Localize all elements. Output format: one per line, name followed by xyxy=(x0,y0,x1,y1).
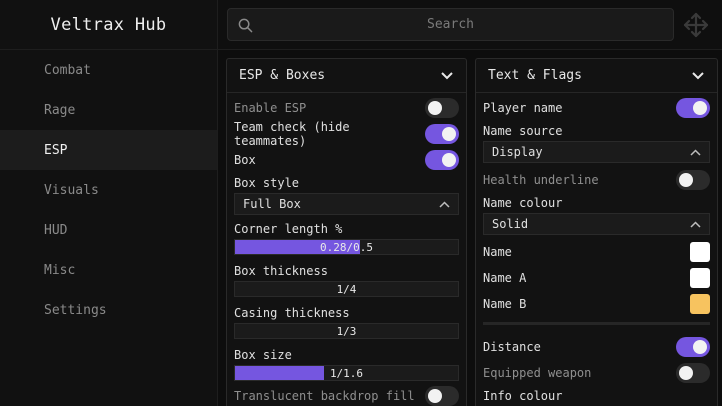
box-size-value: 1/1.6 xyxy=(329,366,364,380)
distance-row: Distance xyxy=(483,334,710,360)
enable-esp-toggle[interactable] xyxy=(425,98,459,118)
name-swatch-row: Name xyxy=(483,239,710,265)
box-style-value: Full Box xyxy=(243,197,301,211)
name-a-color-swatch[interactable] xyxy=(690,268,710,288)
chevron-down-icon[interactable] xyxy=(440,71,454,81)
box-style-label: Box style xyxy=(234,176,300,190)
sidebar-item-settings[interactable]: Settings xyxy=(0,290,217,330)
app-title: Veltrax Hub xyxy=(0,0,217,50)
sidebar-item-misc[interactable]: Misc xyxy=(0,250,217,290)
name-colour-label: Name colour xyxy=(483,196,563,210)
sidebar-item-esp[interactable]: ESP xyxy=(0,130,217,170)
box-thickness-value: 1/4 xyxy=(336,282,357,296)
casing-thickness-value: 1/3 xyxy=(336,324,357,338)
name-source-select[interactable]: Display xyxy=(483,141,710,163)
chevron-up-icon xyxy=(439,200,450,208)
sidebar-item-rage[interactable]: Rage xyxy=(0,90,217,130)
name-color-swatch[interactable] xyxy=(690,242,710,262)
box-label: Box xyxy=(234,153,256,167)
chevron-down-icon[interactable] xyxy=(691,71,705,81)
box-size-slider[interactable]: 1/1.6 xyxy=(234,365,459,381)
team-check-toggle[interactable] xyxy=(425,124,459,144)
name-swatch-label: Name xyxy=(483,245,512,259)
top-bar xyxy=(218,0,722,50)
sidebar-item-combat[interactable]: Combat xyxy=(0,50,217,90)
name-colour-select[interactable]: Solid xyxy=(483,213,710,235)
box-row: Box xyxy=(234,147,459,173)
health-underline-row: Health underline xyxy=(483,167,710,193)
esp-boxes-header[interactable]: ESP & Boxes xyxy=(227,59,466,93)
move-icon[interactable] xyxy=(682,11,710,39)
name-a-swatch-row: Name A xyxy=(483,265,710,291)
box-toggle[interactable] xyxy=(425,150,459,170)
player-name-toggle[interactable] xyxy=(676,98,710,118)
search-box xyxy=(227,8,674,41)
corner-length-value: 0.28/0.5 xyxy=(320,240,373,254)
text-flags-header[interactable]: Text & Flags xyxy=(476,59,717,93)
name-b-swatch-row: Name B xyxy=(483,291,710,317)
equipped-weapon-row: Equipped weapon xyxy=(483,360,710,386)
translucent-fill-row: Translucent backdrop fill xyxy=(234,383,459,406)
name-source-label: Name source xyxy=(483,124,563,138)
player-name-row: Player name xyxy=(483,95,710,121)
enable-esp-label: Enable ESP xyxy=(234,101,307,115)
name-b-swatch-label: Name B xyxy=(483,297,527,311)
text-flags-panel: Text & Flags Player name Name source Dis… xyxy=(475,58,718,406)
box-size-label: Box size xyxy=(234,348,292,362)
box-thickness-label: Box thickness xyxy=(234,264,328,278)
equipped-weapon-toggle[interactable] xyxy=(676,363,710,383)
name-b-color-swatch[interactable] xyxy=(690,294,710,314)
section-divider xyxy=(483,322,710,325)
sidebar-item-visuals[interactable]: Visuals xyxy=(0,170,217,210)
box-style-select[interactable]: Full Box xyxy=(234,193,459,215)
team-check-row: Team check (hide teammates) xyxy=(234,120,459,148)
corner-length-label: Corner length % xyxy=(234,222,343,236)
chevron-up-icon xyxy=(690,220,701,228)
info-colour-label: Info colour xyxy=(483,389,563,403)
player-name-label: Player name xyxy=(483,101,563,115)
sidebar-item-hud[interactable]: HUD xyxy=(0,210,217,250)
equipped-weapon-label: Equipped weapon xyxy=(483,366,592,380)
enable-esp-row: Enable ESP xyxy=(234,95,459,121)
name-source-value: Display xyxy=(492,145,543,159)
sidebar: Veltrax Hub Combat Rage ESP Visuals HUD … xyxy=(0,0,218,406)
team-check-label: Team check (hide teammates) xyxy=(234,120,350,148)
esp-boxes-panel: ESP & Boxes Enable ESP Team check (hide … xyxy=(226,58,467,406)
translucent-fill-label: Translucent backdrop fill xyxy=(234,389,415,403)
health-underline-toggle[interactable] xyxy=(676,170,710,190)
chevron-up-icon xyxy=(690,148,701,156)
corner-length-slider[interactable]: 0.28/0.5 xyxy=(234,239,459,255)
casing-thickness-label: Casing thickness xyxy=(234,306,350,320)
casing-thickness-slider[interactable]: 1/3 xyxy=(234,323,459,339)
esp-boxes-title: ESP & Boxes xyxy=(239,68,326,83)
name-a-swatch-label: Name A xyxy=(483,271,527,285)
distance-label: Distance xyxy=(483,340,541,354)
distance-toggle[interactable] xyxy=(676,337,710,357)
box-thickness-slider[interactable]: 1/4 xyxy=(234,281,459,297)
search-input[interactable] xyxy=(228,9,673,40)
health-underline-label: Health underline xyxy=(483,173,599,187)
translucent-fill-toggle[interactable] xyxy=(425,386,459,406)
text-flags-title: Text & Flags xyxy=(488,68,582,83)
name-colour-value: Solid xyxy=(492,217,529,231)
